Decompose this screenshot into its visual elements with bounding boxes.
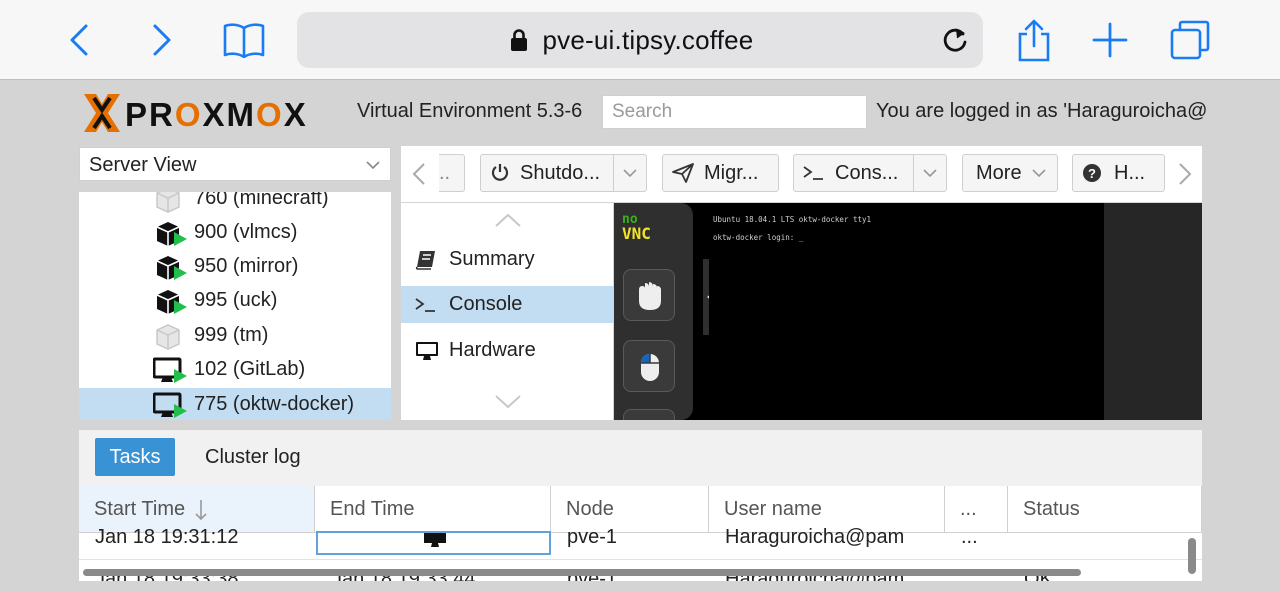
- monitor-icon: [416, 341, 438, 360]
- power-icon: [491, 164, 509, 181]
- cell-start-time: Jan 18 19:31:12: [95, 526, 239, 548]
- mouse-button-toggle[interactable]: [623, 340, 675, 392]
- url-text: pve-ui.tipsy.coffee: [542, 25, 754, 55]
- tab-tasks[interactable]: Tasks: [95, 438, 175, 476]
- tree-item-999[interactable]: 999 (tm): [79, 319, 391, 353]
- tab-cluster-log[interactable]: Cluster log: [205, 438, 301, 476]
- new-tab-icon[interactable]: [1088, 18, 1132, 62]
- column-end-time[interactable]: End Time: [315, 486, 551, 533]
- terminal-output: Ubuntu 18.04.1 LTS oktw-docker tty1 oktw-…: [713, 215, 872, 242]
- tree-item-label: 999 (tm): [194, 324, 269, 346]
- chevron-down-icon: [366, 161, 380, 170]
- view-selector-label: Server View: [89, 154, 197, 176]
- container-running-icon: [156, 290, 187, 314]
- tree-item-775[interactable]: 775 (oktw-docker): [79, 388, 391, 420]
- vnc-screen[interactable]: Ubuntu 18.04.1 LTS oktw-docker tty1 oktw-…: [709, 203, 1104, 420]
- terminal-icon: [803, 166, 823, 180]
- svg-text:?: ?: [1088, 166, 1096, 181]
- reload-icon[interactable]: [941, 26, 969, 54]
- tree-item-label: 102 (GitLab): [194, 358, 306, 380]
- vm-submenu: Summary Console Hardware: [401, 203, 613, 420]
- share-icon[interactable]: [1012, 18, 1056, 62]
- cell-node: pve-1: [567, 526, 618, 548]
- scroll-right-icon[interactable]: [1177, 162, 1193, 186]
- product-version: Virtual Environment 5.3-6: [357, 100, 583, 122]
- tree-item-label: 760 (minecraft): [194, 192, 329, 209]
- shutdown-button[interactable]: Shutdo...: [480, 154, 647, 192]
- logged-in-status: You are logged in as 'Haraguroicha@: [876, 100, 1208, 122]
- container-stopped-icon: [156, 324, 180, 350]
- migrate-button[interactable]: Migr...: [662, 154, 779, 192]
- cell-end-time-focused[interactable]: [316, 531, 551, 555]
- vertical-scrollbar[interactable]: [1188, 538, 1196, 574]
- vm-toolbar: .. Shutdo... Migr... Cons... More ? H...: [401, 146, 1202, 202]
- drag-viewport-button[interactable]: [623, 269, 675, 321]
- toolbar-partial-button[interactable]: ..: [439, 154, 465, 192]
- scroll-up-icon[interactable]: [495, 213, 521, 227]
- scroll-down-icon[interactable]: [495, 395, 521, 409]
- chevron-down-icon: [1032, 169, 1046, 178]
- cell-description: ...: [961, 526, 978, 548]
- container-running-icon: [156, 222, 187, 246]
- nav-summary[interactable]: Summary: [401, 241, 613, 278]
- more-button[interactable]: More: [962, 154, 1058, 192]
- horizontal-scrollbar[interactable]: [83, 569, 1081, 576]
- monitor-icon: [424, 533, 446, 547]
- terminal-icon: [415, 297, 435, 312]
- novnc-control-bar: no VNC: [614, 203, 693, 420]
- cell-user: Haraguroicha@pam: [725, 526, 905, 548]
- table-row[interactable]: Jan 18 19:31:12 pve-1 Haraguroicha@pam .…: [79, 526, 1202, 560]
- chevron-down-icon: [913, 155, 946, 191]
- vm-running-icon: [153, 392, 187, 418]
- tree-item-102[interactable]: 102 (GitLab): [79, 353, 391, 387]
- proxmox-logo: PROXMOX: [80, 92, 345, 134]
- tree-item-label: 900 (vlmcs): [194, 221, 298, 243]
- scroll-left-icon[interactable]: [411, 162, 427, 186]
- vnc-background: [1104, 203, 1202, 420]
- tree-item-950[interactable]: 950 (mirror): [79, 250, 391, 284]
- book-icon: [415, 250, 435, 270]
- resource-tree: 760 (minecraft) 900 (vlmcs) 950 (mirror)…: [79, 192, 391, 420]
- nav-console[interactable]: Console: [401, 286, 613, 323]
- tree-item-label: 995 (uck): [194, 289, 278, 311]
- browser-toolbar: pve-ui.tipsy.coffee: [0, 0, 1280, 80]
- container-running-icon: [156, 256, 187, 280]
- novnc-logo: no VNC: [622, 212, 651, 243]
- console-button[interactable]: Cons...: [793, 154, 947, 192]
- bottom-panel-tabs: Tasks Cluster log: [79, 430, 1202, 486]
- mouse-icon: [641, 354, 659, 381]
- question-icon: ?: [1083, 164, 1101, 182]
- nav-hardware[interactable]: Hardware: [401, 332, 613, 369]
- tree-item-995[interactable]: 995 (uck): [79, 284, 391, 318]
- proxmox-x-icon: [84, 94, 120, 132]
- column-status[interactable]: Status: [1008, 486, 1202, 533]
- send-icon: [672, 163, 694, 183]
- help-button[interactable]: ? H...: [1072, 154, 1165, 192]
- tree-item-900[interactable]: 900 (vlmcs): [79, 216, 391, 250]
- sort-desc-icon: [195, 499, 207, 520]
- chevron-down-icon: [613, 155, 646, 191]
- tree-item-760[interactable]: 760 (minecraft): [79, 192, 391, 216]
- tree-item-label: 950 (mirror): [194, 255, 299, 277]
- vnc-more-button[interactable]: [623, 409, 675, 420]
- hand-icon: [639, 282, 661, 310]
- search-input[interactable]: [602, 95, 867, 129]
- address-bar[interactable]: pve-ui.tipsy.coffee: [297, 12, 983, 68]
- logo-wordmark: PROXMOX: [125, 96, 308, 133]
- view-selector[interactable]: Server View: [79, 147, 391, 181]
- tree-item-label: 775 (oktw-docker): [194, 393, 355, 415]
- tabs-icon[interactable]: [1168, 18, 1212, 62]
- tasks-grid: Start Time End Time Node User name ... S…: [79, 486, 1202, 581]
- back-icon[interactable]: [57, 18, 101, 62]
- vnc-console[interactable]: no VNC Ubuntu 18.04.1 LTS oktw-docker tt…: [614, 203, 1202, 420]
- forward-icon[interactable]: [140, 18, 184, 62]
- vm-running-icon: [153, 357, 187, 383]
- bookmarks-icon[interactable]: [222, 18, 266, 62]
- container-stopped-icon: [156, 192, 180, 213]
